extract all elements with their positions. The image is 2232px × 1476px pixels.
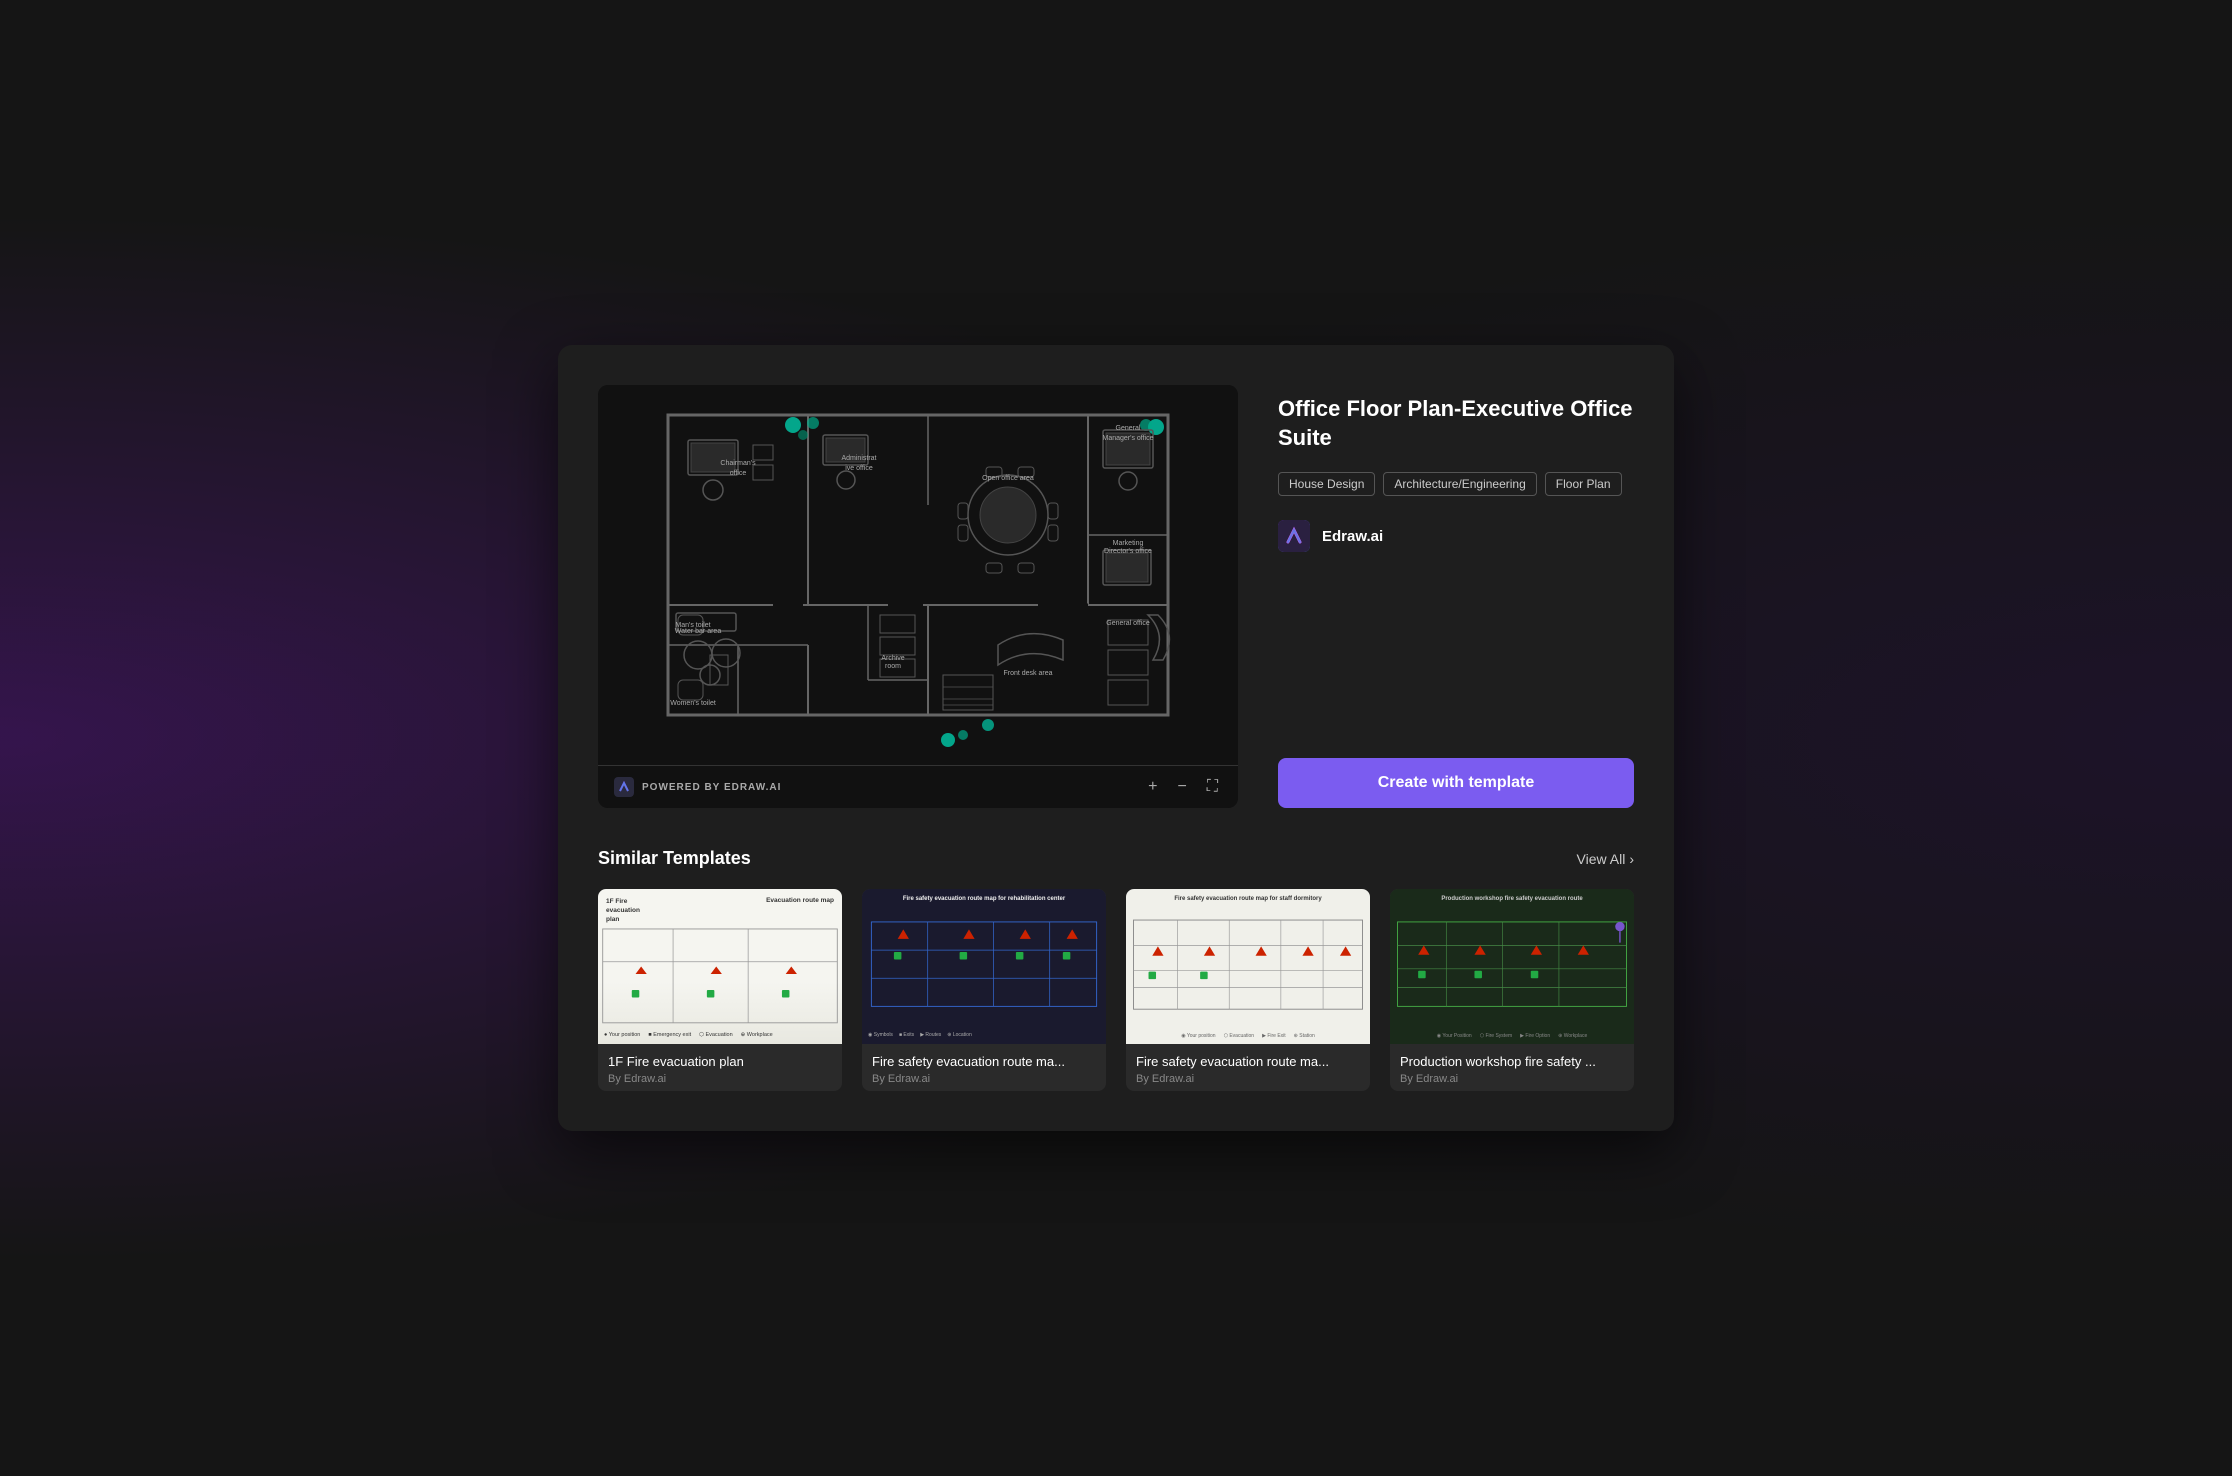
powered-by: POWERED BY EDRAW.AI xyxy=(614,777,781,797)
view-all-label: View All xyxy=(1577,851,1626,867)
svg-text:office: office xyxy=(730,470,747,477)
similar-title: Similar Templates xyxy=(598,848,751,869)
template-title: Office Floor Plan-Executive Office Suite xyxy=(1278,395,1634,452)
svg-text:General office: General office xyxy=(1106,620,1150,627)
author-logo-icon xyxy=(1278,520,1310,552)
zoom-in-button[interactable]: + xyxy=(1144,776,1161,798)
thumb-legend-4: ◉ Your Position⬡ Fire System▶ Fire Optio… xyxy=(1390,1033,1634,1039)
template-card-author-2: By Edraw.ai xyxy=(872,1073,1096,1085)
svg-text:Archive: Archive xyxy=(881,655,904,662)
preview-panel: Chairman's office Administrat ive office… xyxy=(598,385,1238,808)
svg-text:Women's toilet: Women's toilet xyxy=(670,700,716,707)
svg-text:Chairman's: Chairman's xyxy=(720,460,756,467)
thumb-legend-3: ◉ Your position⬡ Evacuation▶ Fire Exit⊕ … xyxy=(1126,1033,1370,1039)
template-card-info-3: Fire safety evacuation route ma... By Ed… xyxy=(1126,1044,1370,1091)
template-thumbnail-3: Fire safety evacuation route map for sta… xyxy=(1126,889,1370,1044)
template-card-3[interactable]: Fire safety evacuation route map for sta… xyxy=(1126,889,1370,1091)
fullscreen-button[interactable]: ⛶ xyxy=(1203,776,1222,798)
svg-text:Director's office: Director's office xyxy=(1104,548,1152,555)
thumb-legend-1: ● Your position ■ Emergency exit ⬡ Evacu… xyxy=(604,1032,773,1038)
thumb-svg-1 xyxy=(598,889,842,1044)
similar-section: Similar Templates View All › 1F Fireevac… xyxy=(598,848,1634,1091)
zoom-out-button[interactable]: − xyxy=(1173,776,1190,798)
author-row: Edraw.ai xyxy=(1278,520,1634,552)
svg-text:Water bar area: Water bar area xyxy=(675,628,722,635)
template-card-4[interactable]: Production workshop fire safety evacuati… xyxy=(1390,889,1634,1091)
info-panel: Office Floor Plan-Executive Office Suite… xyxy=(1278,385,1634,808)
svg-text:General: General xyxy=(1116,425,1141,432)
template-card-author-3: By Edraw.ai xyxy=(1136,1073,1360,1085)
template-card-name-2: Fire safety evacuation route ma... xyxy=(872,1054,1096,1069)
svg-text:Man's toilet: Man's toilet xyxy=(675,622,710,629)
thumb-legend-2: ◉ Symbols■ Exits▶ Routes⊕ Location xyxy=(868,1032,972,1038)
create-with-template-button[interactable]: Create with template xyxy=(1278,758,1634,808)
similar-header: Similar Templates View All › xyxy=(598,848,1634,869)
svg-text:Front desk area: Front desk area xyxy=(1003,670,1052,677)
chevron-right-icon: › xyxy=(1629,851,1634,867)
template-card-info-1: 1F Fire evacuation plan By Edraw.ai xyxy=(598,1044,842,1091)
thumb-svg-3 xyxy=(1126,889,1370,1044)
edraw-logo-icon xyxy=(614,777,634,797)
tag-floor-plan[interactable]: Floor Plan xyxy=(1545,472,1622,496)
svg-text:Marketing: Marketing xyxy=(1113,540,1144,547)
template-card-name-1: 1F Fire evacuation plan xyxy=(608,1054,832,1069)
svg-text:Manager's office: Manager's office xyxy=(1102,435,1153,442)
tags-container: House Design Architecture/Engineering Fl… xyxy=(1278,472,1634,496)
thumb-svg-4 xyxy=(1390,889,1634,1044)
svg-text:Administrat: Administrat xyxy=(841,455,876,462)
author-logo xyxy=(1278,520,1310,552)
tag-house-design[interactable]: House Design xyxy=(1278,472,1375,496)
template-thumbnail-2: Fire safety evacuation route map for reh… xyxy=(862,889,1106,1044)
preview-footer: POWERED BY EDRAW.AI + − ⛶ xyxy=(598,765,1238,808)
tag-architecture[interactable]: Architecture/Engineering xyxy=(1383,472,1536,496)
template-card-2[interactable]: Fire safety evacuation route map for reh… xyxy=(862,889,1106,1091)
top-section: Chairman's office Administrat ive office… xyxy=(598,385,1634,808)
powered-by-text: POWERED BY EDRAW.AI xyxy=(642,782,781,793)
floor-plan-svg: Chairman's office Administrat ive office… xyxy=(598,385,1238,765)
template-thumbnail-1: 1F Fireevacuationplan Evacuation route m… xyxy=(598,889,842,1044)
svg-text:Open office area: Open office area xyxy=(982,475,1034,482)
template-card-name-4: Production workshop fire safety ... xyxy=(1400,1054,1624,1069)
app-window: Chairman's office Administrat ive office… xyxy=(558,345,1674,1131)
preview-controls: + − ⛶ xyxy=(1144,776,1222,798)
template-thumbnail-4: Production workshop fire safety evacuati… xyxy=(1390,889,1634,1044)
template-card-info-2: Fire safety evacuation route ma... By Ed… xyxy=(862,1044,1106,1091)
template-grid: 1F Fireevacuationplan Evacuation route m… xyxy=(598,889,1634,1091)
template-card-1[interactable]: 1F Fireevacuationplan Evacuation route m… xyxy=(598,889,842,1091)
template-card-author-1: By Edraw.ai xyxy=(608,1073,832,1085)
template-card-name-3: Fire safety evacuation route ma... xyxy=(1136,1054,1360,1069)
author-name: Edraw.ai xyxy=(1322,528,1383,545)
template-card-info-4: Production workshop fire safety ... By E… xyxy=(1390,1044,1634,1091)
view-all-link[interactable]: View All › xyxy=(1577,851,1634,867)
template-card-author-4: By Edraw.ai xyxy=(1400,1073,1624,1085)
svg-text:room: room xyxy=(885,663,901,670)
thumb-svg-2 xyxy=(862,889,1106,1044)
svg-text:ive office: ive office xyxy=(845,465,873,472)
